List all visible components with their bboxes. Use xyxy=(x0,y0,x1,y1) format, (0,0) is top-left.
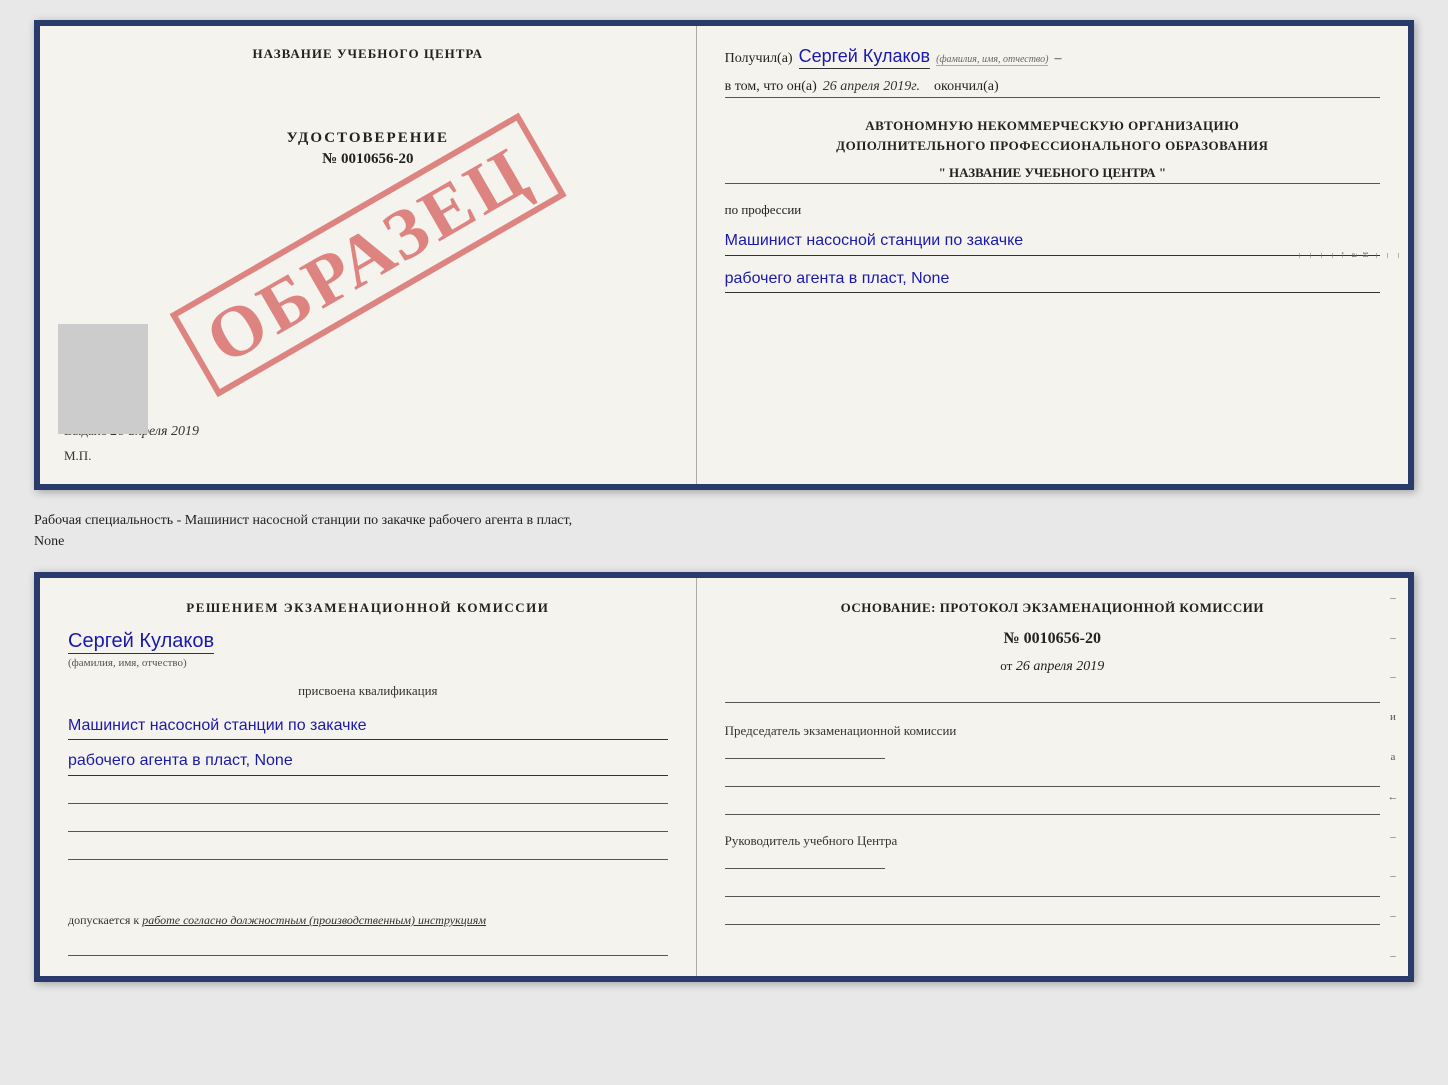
uds-number: № 0010656-20 xyxy=(64,151,672,168)
chairman-block: Председатель экзаменационной комиссии xyxy=(725,723,1380,759)
osnovanie-title: Основание: протокол экзаменационной коми… xyxy=(725,598,1380,618)
rukovoditel-label: Руководитель учебного Центра xyxy=(725,833,1380,849)
po-professii-label: по профессии xyxy=(725,202,1380,218)
underline-4 xyxy=(68,938,668,956)
predsedatel-label: Председатель экзаменационной комиссии xyxy=(725,723,1380,739)
protocol-number: № 0010656-20 xyxy=(725,630,1380,648)
qual-line1: Машинист насосной станции по закачке xyxy=(68,713,668,741)
side-marks-top-right: – – – и а ← – – – – xyxy=(1388,26,1404,484)
uds-title: УДОСТОВЕРЕНИЕ xyxy=(64,130,672,147)
bottom-name-row: Сергей Кулаков (фамилия, имя, отчество) xyxy=(68,630,668,671)
underline-1 xyxy=(68,786,668,804)
underline-2 xyxy=(68,814,668,832)
between-caption: Рабочая специальность - Машинист насосно… xyxy=(34,506,1414,556)
predsedatel-sig-line xyxy=(725,741,885,759)
qual-line2: рабочего агента в пласт, None xyxy=(68,748,668,776)
underline-right-2 xyxy=(725,769,1380,787)
profession-line2: рабочего агента в пласт, None xyxy=(725,266,1380,294)
familiya-label-top: (фамилия, имя, отчество) xyxy=(936,54,1048,66)
bottom-doc-left: Решением экзаменационной комиссии Сергей… xyxy=(40,578,697,976)
underline-right-5 xyxy=(725,907,1380,925)
familiya-label-bottom: (фамилия, имя, отчество) xyxy=(68,657,187,669)
top-doc-left: НАЗВАНИЕ УЧЕБНОГО ЦЕНТРА УДОСТОВЕРЕНИЕ №… xyxy=(40,26,697,484)
rukovoditel-block: Руководитель учебного Центра xyxy=(725,833,1380,869)
protocol-date: от 26 апреля 2019 xyxy=(725,658,1380,675)
poluchil-row: Получил(а) Сергей Кулаков (фамилия, имя,… xyxy=(725,46,1380,69)
vtom-date: 26 апреля 2019г. xyxy=(823,79,920,95)
mp-label: М.П. xyxy=(64,448,672,464)
vtom-row: в том, что он(а) 26 апреля 2019г. окончи… xyxy=(725,79,1380,98)
rukovoditel-sig-line xyxy=(725,851,885,869)
resheniem-title: Решением экзаменационной комиссии xyxy=(68,598,668,618)
org-block: АВТОНОМНУЮ НЕКОММЕРЧЕСКУЮ ОРГАНИЗАЦИЮ ДО… xyxy=(725,116,1380,155)
underline-3 xyxy=(68,842,668,860)
dopuskaetsya-row: допускается к работе согласно должностны… xyxy=(68,903,668,928)
underline-right-3 xyxy=(725,797,1380,815)
top-doc-right: Получил(а) Сергей Кулаков (фамилия, имя,… xyxy=(697,26,1408,484)
photo-placeholder xyxy=(58,324,148,434)
org-name-top: НАЗВАНИЕ УЧЕБНОГО ЦЕНТРА xyxy=(64,46,672,62)
profession-line1: Машинист насосной станции по закачке xyxy=(725,228,1380,256)
top-document: НАЗВАНИЕ УЧЕБНОГО ЦЕНТРА УДОСТОВЕРЕНИЕ №… xyxy=(34,20,1414,490)
bottom-document: Решением экзаменационной комиссии Сергей… xyxy=(34,572,1414,982)
bottom-doc-right: Основание: протокол экзаменационной коми… xyxy=(697,578,1408,976)
vydano-row: Выдано 26 апреля 2019 xyxy=(64,423,672,448)
prisvoena-label: присвоена квалификация xyxy=(68,683,668,699)
bottom-name: Сергей Кулаков xyxy=(68,630,214,654)
side-marks-bottom-right: – – – и а ← – – – – xyxy=(1384,578,1402,976)
org-name-quotes: " НАЗВАНИЕ УЧЕБНОГО ЦЕНТРА " xyxy=(725,165,1380,184)
underline-right-4 xyxy=(725,879,1380,897)
recipient-name: Сергей Кулаков xyxy=(799,46,931,69)
underline-right-1 xyxy=(725,685,1380,703)
dopuskaetsya-text: работе согласно должностным (производств… xyxy=(142,913,486,927)
